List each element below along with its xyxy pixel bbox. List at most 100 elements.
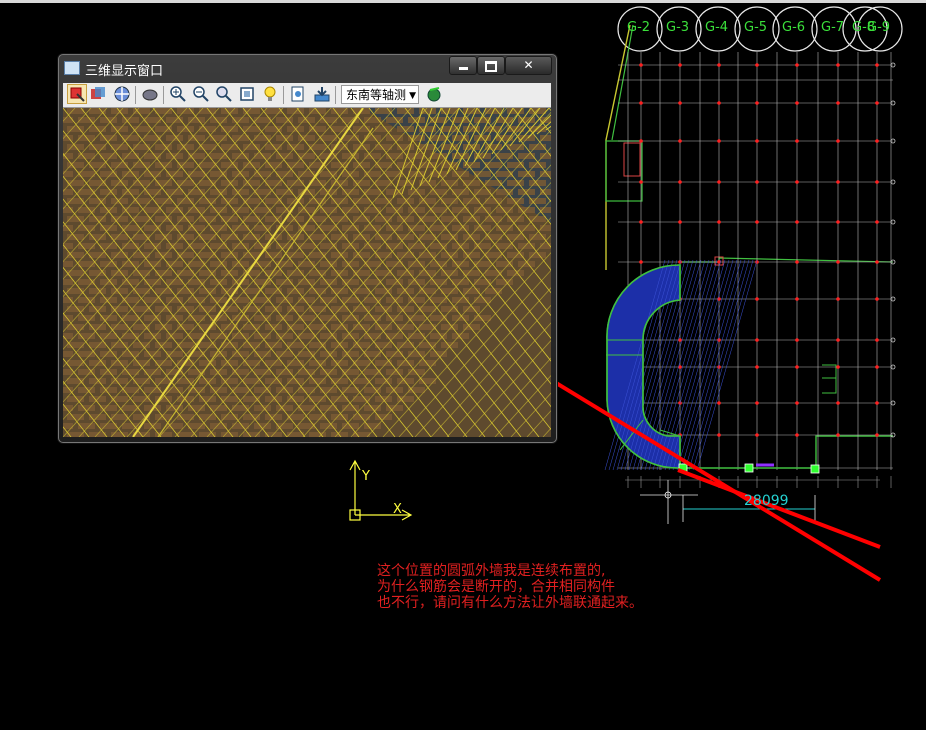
- grid-point: [755, 297, 759, 301]
- 3d-wall-block: [78, 405, 95, 411]
- grid-intersections: [639, 62, 896, 438]
- grid-point: [755, 220, 759, 224]
- 3d-wall-block: [342, 297, 359, 303]
- 3d-wall-block: [254, 225, 271, 231]
- 3d-wall-block: [188, 315, 205, 321]
- pan-icon[interactable]: [89, 85, 107, 103]
- 3d-wall-block: [67, 360, 84, 366]
- 3d-viewport[interactable]: [63, 108, 551, 437]
- 3d-wall-block: [78, 153, 95, 159]
- zoom-extents-icon[interactable]: [238, 85, 256, 103]
- 3d-wall-block: [419, 252, 436, 258]
- axis-y-label: Y: [362, 469, 370, 484]
- 3d-wall-block: [353, 180, 370, 186]
- light-icon[interactable]: [261, 85, 279, 103]
- grid-point: [717, 101, 721, 105]
- grid-point: [875, 338, 879, 342]
- grid-point: [678, 139, 682, 143]
- 3d-wall-block: [408, 225, 425, 231]
- 3d-wall-block: [507, 198, 524, 204]
- grip-point: [744, 463, 754, 473]
- arc-outer-wall[interactable]: [604, 259, 820, 474]
- grid-point: [717, 220, 721, 224]
- close-button[interactable]: ✕: [505, 56, 552, 75]
- rotate-view-icon[interactable]: [67, 84, 87, 104]
- 3d-wall-block: [78, 333, 95, 339]
- 3d-wall-block: [353, 342, 370, 348]
- grid-point: [717, 401, 721, 405]
- grid-point: [795, 101, 799, 105]
- orbit-icon[interactable]: [113, 85, 131, 103]
- grid-point: [836, 338, 840, 342]
- grid-point: [717, 180, 721, 184]
- window-titlebar[interactable]: 三维显示窗口 ✕: [59, 55, 556, 81]
- 3d-wall-block: [199, 342, 216, 348]
- 3d-wall-block: [320, 225, 337, 231]
- 3d-wall-block: [441, 198, 458, 204]
- toolbar-separator: [283, 86, 284, 104]
- zoom-in-icon[interactable]: [169, 85, 187, 103]
- grid-point: [678, 180, 682, 184]
- grid-point: [755, 338, 759, 342]
- grid-point: [875, 220, 879, 224]
- refresh-icon[interactable]: [141, 85, 159, 103]
- 3d-wall-block: [254, 423, 271, 429]
- 3d-rebar-view[interactable]: [63, 108, 551, 437]
- 3d-wall-block: [166, 135, 183, 141]
- close-icon: ✕: [523, 58, 534, 72]
- 3d-wall-block: [111, 360, 128, 366]
- grid-point: [836, 297, 840, 301]
- grid-point: [639, 220, 643, 224]
- 3d-wall-block: [155, 360, 172, 366]
- 3d-wall-block: [375, 378, 392, 384]
- zoom-window-icon[interactable]: [215, 85, 233, 103]
- 3d-wall-block: [485, 180, 502, 186]
- 3d-wall-block: [342, 153, 359, 159]
- grid-point: [795, 401, 799, 405]
- 3d-wall-block: [155, 180, 172, 186]
- 3d-wall-block: [188, 207, 205, 213]
- 3d-wall-block: [243, 378, 260, 384]
- 3d-wall-block: [144, 333, 161, 339]
- grid-point: [755, 401, 759, 405]
- 3d-wall-block: [63, 279, 73, 285]
- 3d-wall-block: [364, 333, 381, 339]
- 3d-wall-block: [364, 207, 381, 213]
- minimize-button[interactable]: [449, 56, 477, 75]
- chevron-down-icon: ▼: [409, 91, 416, 101]
- 3d-wall-block: [199, 198, 216, 204]
- grid-point: [875, 101, 879, 105]
- 3d-wall-block: [166, 387, 183, 393]
- 3d-wall-block: [100, 243, 117, 249]
- 3d-wall-block: [342, 405, 359, 411]
- ucs-y-axis: [349, 459, 361, 515]
- 3d-wall-block: [386, 387, 403, 393]
- render-icon[interactable]: [289, 85, 307, 103]
- grid-point: [795, 338, 799, 342]
- 3d-wall-block: [221, 198, 238, 204]
- 3d-wall-block: [133, 360, 150, 366]
- 3d-wall-block: [485, 198, 502, 204]
- 3d-wall-block: [155, 342, 172, 348]
- arc-wall-hatch: [680, 259, 742, 471]
- arc-wall-hatch: [676, 259, 738, 471]
- export-icon[interactable]: [313, 85, 331, 103]
- 3d-wall-block: [63, 261, 73, 267]
- 3d-wall-block: [353, 288, 370, 294]
- 3d-display-window[interactable]: 三维显示窗口 ✕ 东南等轴测 ▼: [58, 54, 557, 443]
- maximize-button[interactable]: [477, 56, 505, 75]
- grid-point: [875, 365, 879, 369]
- 3d-wall-block: [375, 180, 392, 186]
- 3d-wall-block: [254, 315, 271, 321]
- 3d-wall-block: [144, 225, 161, 231]
- 3d-wall-block: [463, 198, 480, 204]
- view-direction-select[interactable]: 东南等轴测 ▼: [341, 85, 419, 104]
- question-note: 这个位置的圆弧外墙我是连续布置的, 为什么钢筋会是断开的，合并相同构件 也不行，…: [377, 563, 797, 611]
- grid-point: [678, 63, 682, 67]
- 3d-wall-block: [309, 360, 326, 366]
- 3d-wall-block: [320, 315, 337, 321]
- zoom-out-icon[interactable]: [192, 85, 210, 103]
- grid-label: G-9: [867, 20, 891, 35]
- display-settings-icon[interactable]: [425, 85, 443, 103]
- 3d-wall-block: [155, 108, 172, 114]
